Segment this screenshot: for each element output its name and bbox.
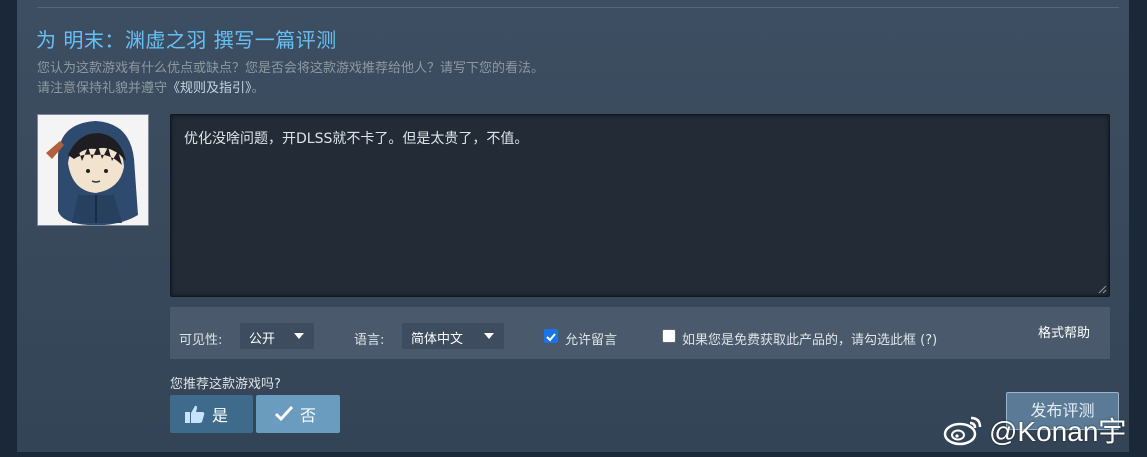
vote-yes-label: 是 [212, 406, 229, 425]
guidelines-suffix: 。 [251, 81, 265, 96]
watermark-text: @Konan宇 [989, 416, 1127, 447]
review-text[interactable]: 优化没啥问题，开DLSS就不卡了。但是太贵了，不值。 [184, 128, 528, 148]
allow-comments-checkbox[interactable] [544, 329, 558, 343]
checkmark-icon [274, 405, 294, 423]
language-dropdown[interactable]: 简体中文 [402, 323, 504, 349]
guidelines-prefix: 请注意保持礼貌并遵守 [37, 81, 168, 96]
avatar-image [38, 115, 148, 225]
watermark: @Konan宇 [943, 410, 1126, 450]
avatar [37, 114, 149, 226]
resize-grip-icon[interactable] [1098, 285, 1107, 294]
guidelines-link[interactable]: 《规则及指引》 [167, 81, 252, 96]
language-value: 简体中文 [411, 332, 464, 347]
language-label: 语言: [354, 333, 385, 348]
vote-no-label: 否 [300, 406, 317, 425]
free-product-label[interactable]: 如果您是免费获取此产品的，请勾选此框 (?) [682, 329, 937, 348]
chevron-down-icon [484, 333, 494, 339]
format-help-link[interactable]: 格式帮助 [1038, 322, 1090, 341]
thumbs-up-icon [184, 404, 206, 424]
free-product-checkbox[interactable] [662, 329, 676, 343]
review-prompt: 您认为这款游戏有什么优点或缺点？您是否会将这款游戏推荐给他人？请写下您的看法。 [37, 61, 545, 76]
checkmark-icon [546, 333, 556, 342]
vote-no-button[interactable]: 否 [256, 395, 340, 433]
chevron-down-icon [294, 333, 304, 339]
allow-comments-label[interactable]: 允许留言 [565, 329, 617, 348]
visibility-dropdown[interactable]: 公开 [240, 323, 314, 349]
weibo-logo-icon [943, 416, 982, 446]
recommend-question: 您推荐这款游戏吗? [170, 377, 281, 392]
review-textarea[interactable]: 优化没啥问题，开DLSS就不卡了。但是太贵了，不值。 [170, 114, 1110, 297]
visibility-label: 可见性: [179, 333, 223, 348]
vote-yes-button[interactable]: 是 [170, 395, 253, 433]
guidelines-note: 请注意保持礼貌并遵守《规则及指引》。 [37, 77, 265, 96]
visibility-value: 公开 [249, 332, 276, 347]
page-title: 为 明末：渊虚之羽 撰写一篇评测 [36, 28, 337, 52]
divider [37, 7, 1119, 8]
